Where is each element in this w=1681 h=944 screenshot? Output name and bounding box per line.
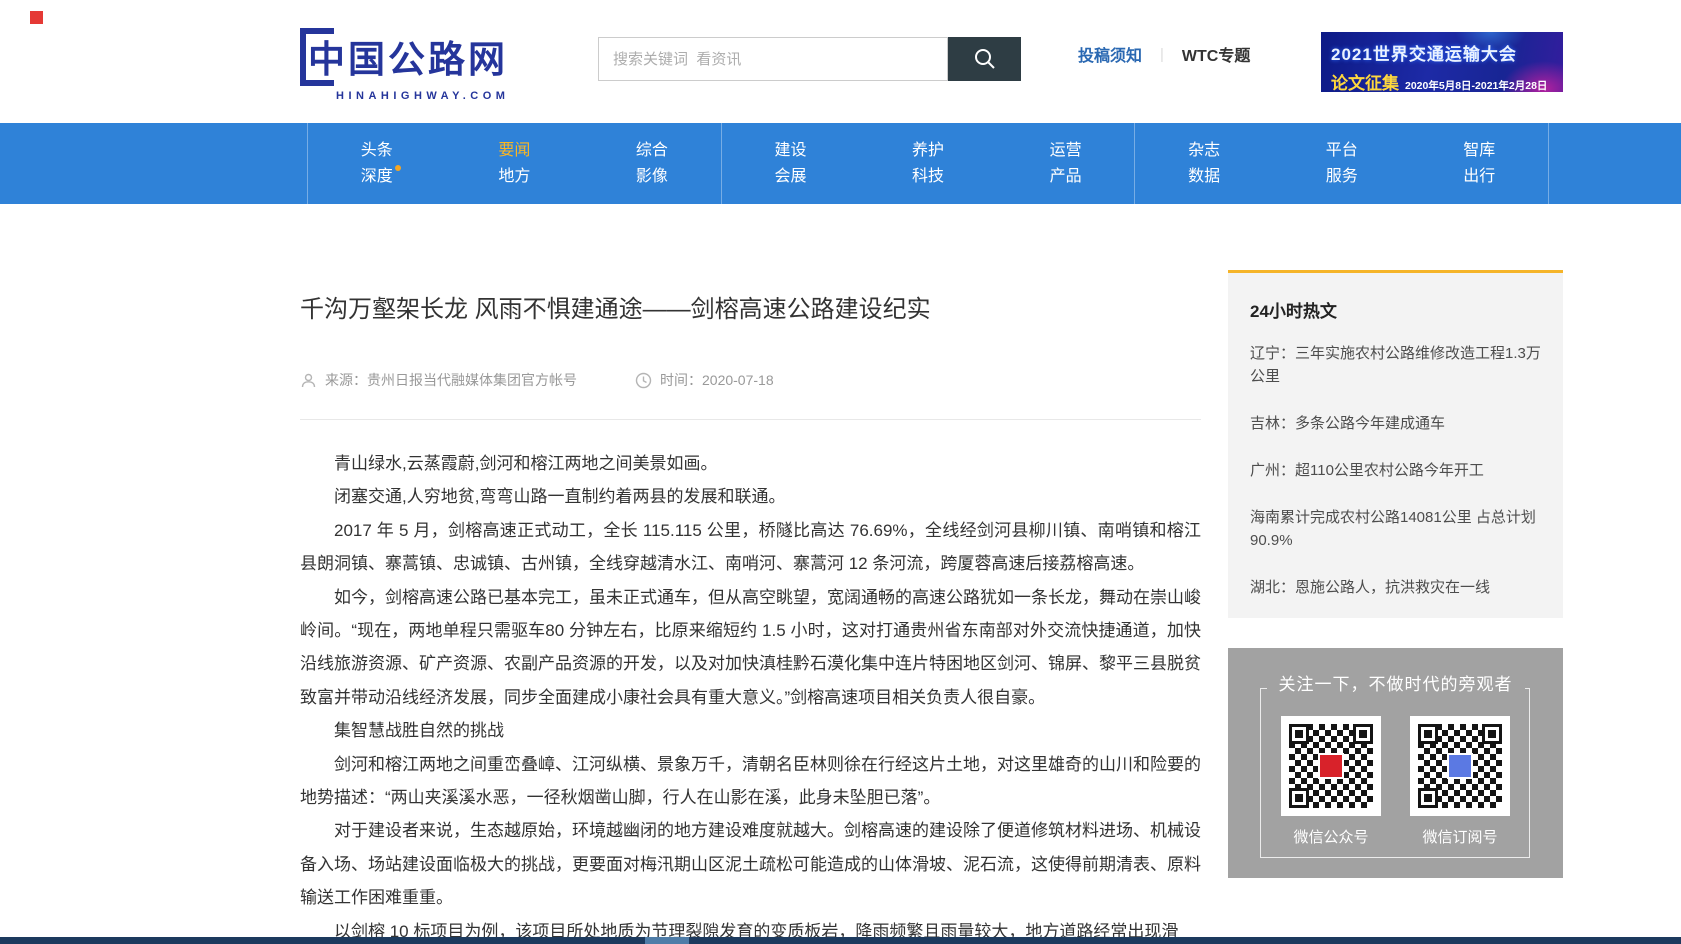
article-paragraph: 剑河和榕江两地之间重峦叠嶂、江河纵横、景象万千，清朝名臣林则徐在行经这片土地，对… xyxy=(300,748,1201,815)
nav-item-difang[interactable]: 地方 xyxy=(498,169,530,185)
qr-center-logo-red xyxy=(1318,753,1344,779)
nav-col-headlines: 头条 深度 xyxy=(307,123,446,204)
nav-item-zonghe[interactable]: 综合 xyxy=(636,143,668,159)
nav-col-platform: 平台 服务 xyxy=(1273,123,1411,204)
nav-item-zhiku[interactable]: 智库 xyxy=(1463,143,1495,159)
banner-call-for-papers: 论文征集 xyxy=(1331,69,1399,92)
hot-article-link[interactable]: 辽宁：三年实施农村公路维修改造工程1.3万公里 xyxy=(1250,342,1541,388)
qr-finder-icon xyxy=(1289,788,1309,808)
qr-finder-icon xyxy=(1418,788,1438,808)
wtc-topic-link[interactable]: WTC专题 xyxy=(1182,42,1250,66)
article-paragraph: 闭塞交通,人穷地贫,弯弯山路一直制约着两县的发展和联通。 xyxy=(300,480,1201,513)
nav-col-operation: 运营 产品 xyxy=(997,123,1135,204)
footer-top-edge xyxy=(0,937,1681,944)
contribute-link[interactable]: 投稿须知 xyxy=(1078,42,1142,66)
wechat-official-qr-code xyxy=(1281,716,1381,816)
hot-articles-title: 24小时热文 xyxy=(1250,297,1541,322)
search-button[interactable] xyxy=(948,37,1021,81)
follow-title: 关注一下，不做时代的旁观者 xyxy=(1267,670,1525,695)
article-time-text: 时间：2020-07-18 xyxy=(660,370,774,390)
banner-date-range: 2020年5月8日-2021年2月28日 xyxy=(1405,78,1547,92)
nav-col-news: 要闻 地方 xyxy=(446,123,584,204)
meta-divider xyxy=(300,419,1201,420)
nav-item-zazhi[interactable]: 杂志 xyxy=(1188,143,1220,159)
hot-article-link[interactable]: 吉林：多条公路今年建成通车 xyxy=(1250,412,1541,435)
article-source-text: 来源：贵州日报当代融媒体集团官方帐号 xyxy=(325,370,577,390)
nav-col-maintenance: 养护 科技 xyxy=(859,123,997,204)
nav-col-construction: 建设 会展 xyxy=(721,123,860,204)
nav-item-pingtai[interactable]: 平台 xyxy=(1326,143,1358,159)
hot-article-link[interactable]: 湖北：恩施公路人，抗洪救灾在一线 xyxy=(1250,576,1541,599)
main-nav-columns: 头条 深度 要闻 地方 综合 影像 建设 会展 养护 科技 运营 产品 xyxy=(307,123,1549,204)
nav-item-yanghu[interactable]: 养护 xyxy=(912,143,944,159)
wtc-conference-banner[interactable]: 2021世界交通运输大会 论文征集 2020年5月8日-2021年2月28日 xyxy=(1321,32,1563,92)
nav-item-chuxing[interactable]: 出行 xyxy=(1463,169,1495,185)
search-input[interactable] xyxy=(598,37,948,81)
nav-item-chanpin[interactable]: 产品 xyxy=(1050,169,1082,185)
article-body: 青山绿水,云蒸霞蔚,剑河和榕江两地之间美景如画。 闭塞交通,人穷地贫,弯弯山路一… xyxy=(300,447,1201,944)
corner-red-marker xyxy=(30,11,43,24)
hot-articles-panel: 24小时热文 辽宁：三年实施农村公路维修改造工程1.3万公里 吉林：多条公路今年… xyxy=(1228,270,1563,618)
article-source: 来源：贵州日报当代融媒体集团官方帐号 xyxy=(300,370,577,390)
hot-article-link[interactable]: 广州：超110公里农村公路今年开工 xyxy=(1250,459,1541,482)
header-links-divider: | xyxy=(1160,46,1164,63)
new-badge-dot xyxy=(395,165,401,171)
wechat-follow-panel: 关注一下，不做时代的旁观者 微信公众号 微信订阅号 xyxy=(1228,648,1563,878)
article: 千沟万壑架长龙 风雨不惧建通途——剑榕高速公路建设纪实 来源：贵州日报当代融媒体… xyxy=(300,295,1201,944)
wechat-official-label: 微信公众号 xyxy=(1281,826,1381,847)
logo-title: 中国公路网 xyxy=(308,37,508,78)
qr-pattern xyxy=(1289,724,1373,808)
nav-col-general: 综合 影像 xyxy=(583,123,721,204)
nav-item-yunying[interactable]: 运营 xyxy=(1050,143,1082,159)
article-paragraph: 集智慧战胜自然的挑战 xyxy=(300,714,1201,747)
article-paragraph: 如今，剑榕高速公路已基本完工，虽未正式通车，但从高空眺望，宽阔通畅的高速公路犹如… xyxy=(300,581,1201,715)
nav-item-jianshe[interactable]: 建设 xyxy=(774,143,806,159)
banner-title: 2021世界交通运输大会 xyxy=(1331,40,1555,65)
search-bar xyxy=(598,37,1021,81)
nav-item-yingxiang[interactable]: 影像 xyxy=(636,169,668,185)
qr-center-logo-blue xyxy=(1447,753,1473,779)
page: 中国公路网 HINAHIGHWAY.COM 投稿须知 | WTC专题 2021世… xyxy=(0,0,1681,944)
nav-item-toutiao[interactable]: 头条 xyxy=(361,143,393,159)
main-nav: 头条 深度 要闻 地方 综合 影像 建设 会展 养护 科技 运营 产品 xyxy=(0,123,1681,204)
logo-domain: HINAHIGHWAY.COM xyxy=(336,90,509,102)
article-paragraph: 青山绿水,云蒸霞蔚,剑河和榕江两地之间美景如画。 xyxy=(300,447,1201,480)
qr-finder-icon xyxy=(1289,724,1309,744)
qr-finder-icon xyxy=(1418,724,1438,744)
article-title: 千沟万壑架长龙 风雨不惧建通途——剑榕高速公路建设纪实 xyxy=(300,295,1201,325)
nav-col-thinktank: 智库 出行 xyxy=(1411,123,1550,204)
nav-col-magazine: 杂志 数据 xyxy=(1134,123,1273,204)
site-logo[interactable]: 中国公路网 HINAHIGHWAY.COM xyxy=(300,28,509,102)
search-icon xyxy=(972,46,998,72)
nav-item-yaowen-active[interactable]: 要闻 xyxy=(498,143,530,159)
article-paragraph: 对于建设者来说，生态越原始，环境越幽闭的地方建设难度就越大。剑榕高速的建设除了便… xyxy=(300,814,1201,914)
nav-item-keji[interactable]: 科技 xyxy=(912,169,944,185)
article-time: 时间：2020-07-18 xyxy=(635,370,774,390)
qr-finder-icon xyxy=(1482,724,1502,744)
nav-item-huizhan[interactable]: 会展 xyxy=(774,169,806,185)
author-icon xyxy=(300,372,317,389)
qr-finder-icon xyxy=(1353,724,1373,744)
footer-edge-segment xyxy=(645,937,689,944)
qr-pattern xyxy=(1418,724,1502,808)
article-meta: 来源：贵州日报当代融媒体集团官方帐号 时间：2020-07-18 xyxy=(300,370,1201,390)
site-header: 中国公路网 HINAHIGHWAY.COM 投稿须知 | WTC专题 2021世… xyxy=(0,0,1681,123)
logo-bracket-icon xyxy=(300,28,334,86)
hot-article-link[interactable]: 海南累计完成农村公路14081公里 占总计划90.9% xyxy=(1250,506,1541,552)
header-links: 投稿须知 | WTC专题 xyxy=(1078,42,1250,66)
nav-item-shuju[interactable]: 数据 xyxy=(1188,169,1220,185)
nav-item-shendu[interactable]: 深度 xyxy=(361,169,393,185)
nav-item-fuwu[interactable]: 服务 xyxy=(1326,169,1358,185)
clock-icon xyxy=(635,372,652,389)
wechat-subscription-qr-code xyxy=(1410,716,1510,816)
wechat-subscription-label: 微信订阅号 xyxy=(1410,826,1510,847)
article-paragraph: 2017 年 5 月，剑榕高速正式动工，全长 115.115 公里，桥隧比高达 … xyxy=(300,514,1201,581)
logo-row: 中国公路网 xyxy=(300,28,509,86)
